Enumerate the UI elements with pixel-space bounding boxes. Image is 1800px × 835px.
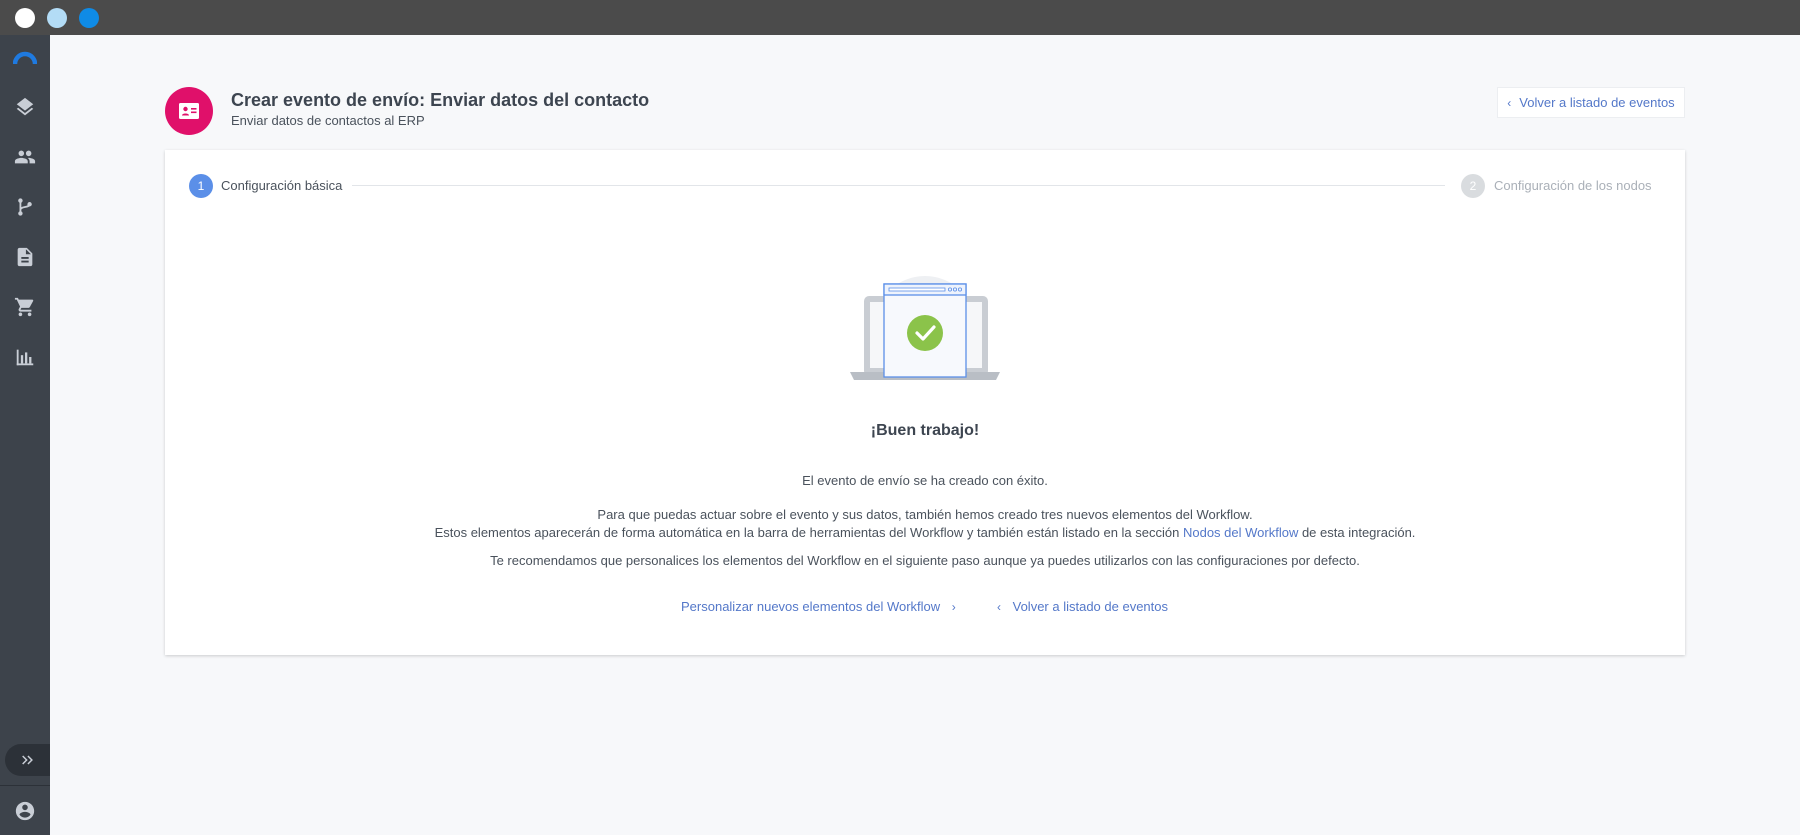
window-maximize-button[interactable] [79,8,99,28]
success-message-line-3: Estos elementos aparecerán de forma auto… [165,525,1685,540]
chevron-left-icon: ‹ [997,600,1001,614]
chevron-left-icon: ‹ [1507,95,1512,110]
account-circle-icon [15,801,35,820]
success-message-line-2: Para que puedas actuar sobre el evento y… [597,507,1253,522]
document-icon[interactable] [13,245,37,269]
chevron-right-icon: › [951,600,956,614]
laptop-success-icon [850,260,1000,380]
success-heading: ¡Buen trabajo! [870,422,980,439]
double-chevron-right-icon [21,755,33,765]
step-2-label: Configuración de los nodos [1494,178,1652,193]
people-icon[interactable] [13,145,37,169]
window-minimize-button[interactable] [47,8,67,28]
shopping-cart-icon[interactable] [13,295,37,319]
bar-chart-icon[interactable] [13,345,37,369]
line-3-text-after: de esta integración. [1298,525,1416,540]
customize-workflow-elements-link[interactable]: Personalizar nuevos elementos del Workfl… [681,599,956,614]
window-close-button[interactable] [15,8,35,28]
step-2-indicator: 2 [1461,174,1485,198]
user-account-button[interactable] [0,785,50,835]
contact-card-icon [165,87,213,135]
page-subtitle: Enviar datos de contactos al ERP [231,113,425,128]
line-3-text-before: Estos elementos aparecerán de forma auto… [434,525,1183,540]
layers-icon[interactable] [13,95,37,119]
success-message-line-4: Te recomendamos que personalices los ele… [490,553,1360,568]
step-2-number: 2 [1469,179,1477,193]
main-card: 1 Configuración básica 2 Configuración d… [165,150,1685,655]
step-1-label: Configuración básica [221,178,343,193]
stepper-connector [352,185,1445,186]
workflow-branch-icon[interactable] [13,195,37,219]
workflow-nodes-link[interactable]: Nodos del Workflow [1183,525,1298,540]
back-to-events-link[interactable]: ‹ Volver a listado de eventos [997,599,1168,614]
back-to-events-button[interactable]: ‹ Volver a listado de eventos [1497,87,1685,118]
page-title: Crear evento de envío: Enviar datos del … [231,90,650,110]
window-titlebar [0,0,1800,35]
back-to-events-link-label: Volver a listado de eventos [1012,599,1169,614]
step-1-number: 1 [197,179,205,193]
customize-workflow-elements-label: Personalizar nuevos elementos del Workfl… [681,599,941,614]
brand-logo-icon[interactable] [13,48,37,72]
step-1-indicator: 1 [189,174,213,198]
expand-sidebar-button[interactable] [5,744,50,776]
success-message-line-1: El evento de envío se ha creado con éxit… [802,473,1048,488]
sidebar [0,35,50,835]
back-to-events-label: Volver a listado de eventos [1519,95,1675,110]
